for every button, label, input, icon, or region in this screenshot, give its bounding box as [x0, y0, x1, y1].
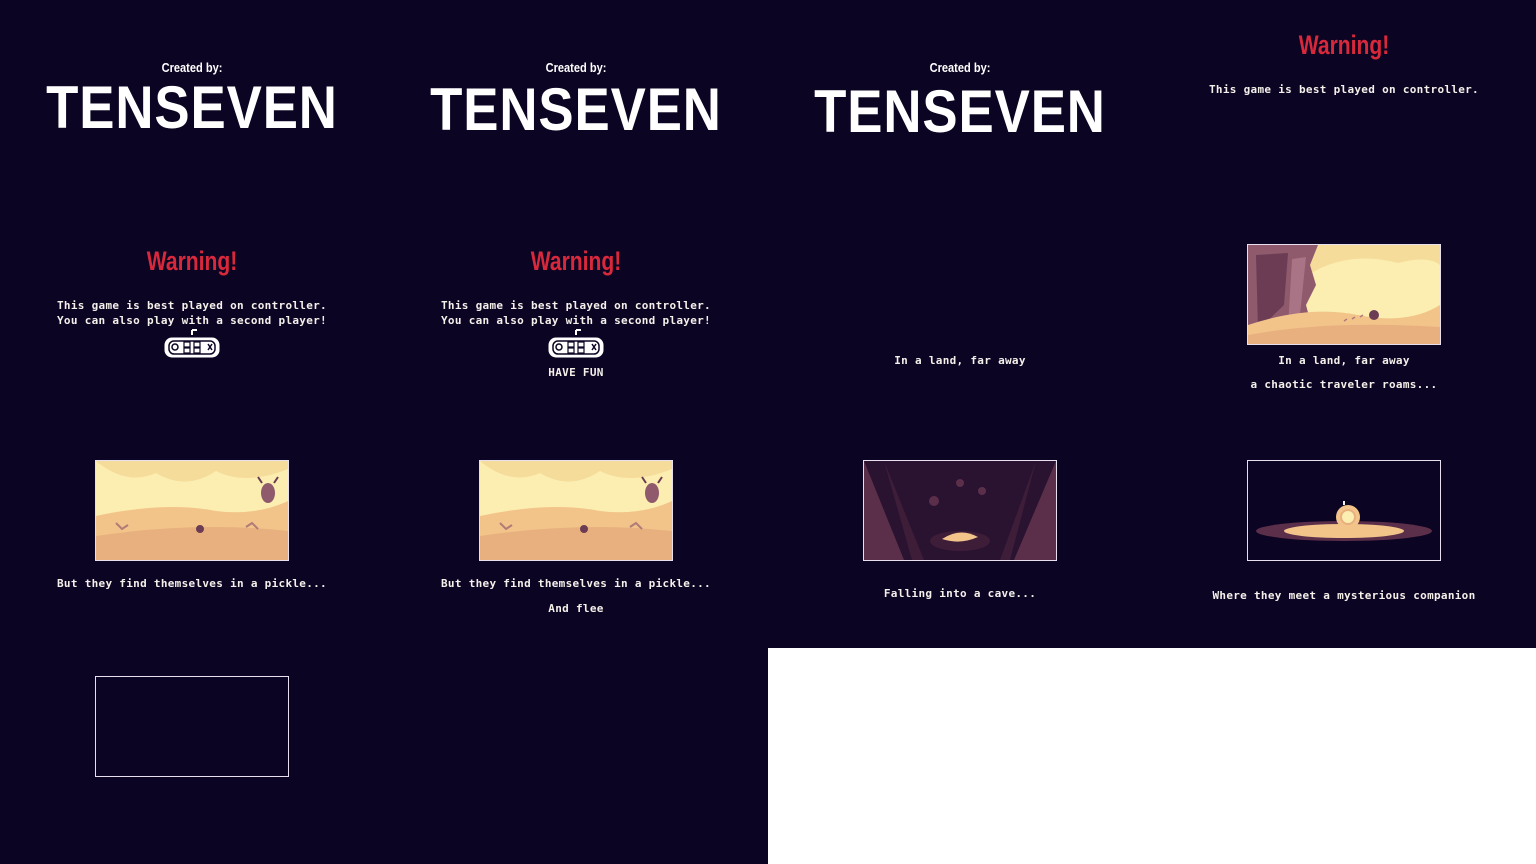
empty-illustration-frame — [95, 676, 289, 777]
story-frame-flee: But they find themselves in a pickle... … — [384, 432, 768, 648]
warning-line-controller: This game is best played on controller. — [57, 299, 327, 312]
desert-chase-illustration — [95, 460, 289, 561]
story-frame-pickle: But they find themselves in a pickle... — [0, 432, 384, 648]
gamepad-icon — [163, 328, 221, 360]
story-companion-caption: Where they meet a mysterious companion — [1212, 589, 1476, 602]
falling-cave-illustration — [863, 460, 1057, 561]
story-flee-caption: And flee — [548, 602, 604, 615]
credits-frame-3: Created by: TENSEVEN — [768, 0, 1152, 216]
created-by-label: Created by: — [545, 60, 607, 75]
desert-canyon-illustration — [1247, 244, 1441, 345]
created-by-label: Created by: — [929, 60, 991, 75]
warning-frame-1: Warning! This game is best played on con… — [1152, 0, 1536, 216]
story-frame-land: In a land, far away — [768, 216, 1152, 432]
warning-line-second-player: You can also play with a second player! — [57, 314, 327, 327]
warning-line-controller: This game is best played on controller. — [441, 299, 711, 312]
created-by-label: Created by: — [161, 60, 223, 75]
companion-orb-illustration — [1247, 460, 1441, 561]
have-fun-label: HAVE FUN — [548, 366, 604, 379]
story-pickle-caption: But they find themselves in a pickle... — [57, 577, 327, 590]
story-frame-traveler: In a land, far away a chaotic traveler r… — [1152, 216, 1536, 432]
studio-logo: TENSEVEN — [46, 74, 338, 141]
warning-frame-3: Warning! This game is best played on con… — [384, 216, 768, 432]
story-land-caption: In a land, far away — [1278, 354, 1410, 367]
warning-title: Warning! — [1298, 30, 1390, 60]
warning-title: Warning! — [146, 246, 238, 276]
studio-logo: TENSEVEN — [814, 78, 1106, 145]
gamepad-icon — [547, 328, 605, 360]
warning-frame-2: Warning! This game is best played on con… — [0, 216, 384, 432]
story-traveler-caption: a chaotic traveler roams... — [1250, 378, 1438, 391]
story-pickle-caption: But they find themselves in a pickle... — [441, 577, 711, 590]
credits-frame-1: Created by: TENSEVEN — [0, 0, 384, 216]
blank-frame-2 — [384, 648, 768, 864]
warning-title: Warning! — [530, 246, 622, 276]
credits-frame-2: Created by: TENSEVEN — [384, 0, 768, 216]
story-frame-cave: Falling into a cave... — [768, 432, 1152, 648]
studio-logo: TENSEVEN — [430, 76, 722, 143]
desert-chase-illustration — [479, 460, 673, 561]
story-frame-companion: Where they meet a mysterious companion — [1152, 432, 1536, 648]
story-cave-caption: Falling into a cave... — [883, 587, 1037, 600]
warning-line-controller: This game is best played on controller. — [1209, 83, 1479, 96]
blank-frame-1 — [0, 648, 384, 864]
story-land-caption: In a land, far away — [894, 354, 1026, 367]
warning-line-second-player: You can also play with a second player! — [441, 314, 711, 327]
